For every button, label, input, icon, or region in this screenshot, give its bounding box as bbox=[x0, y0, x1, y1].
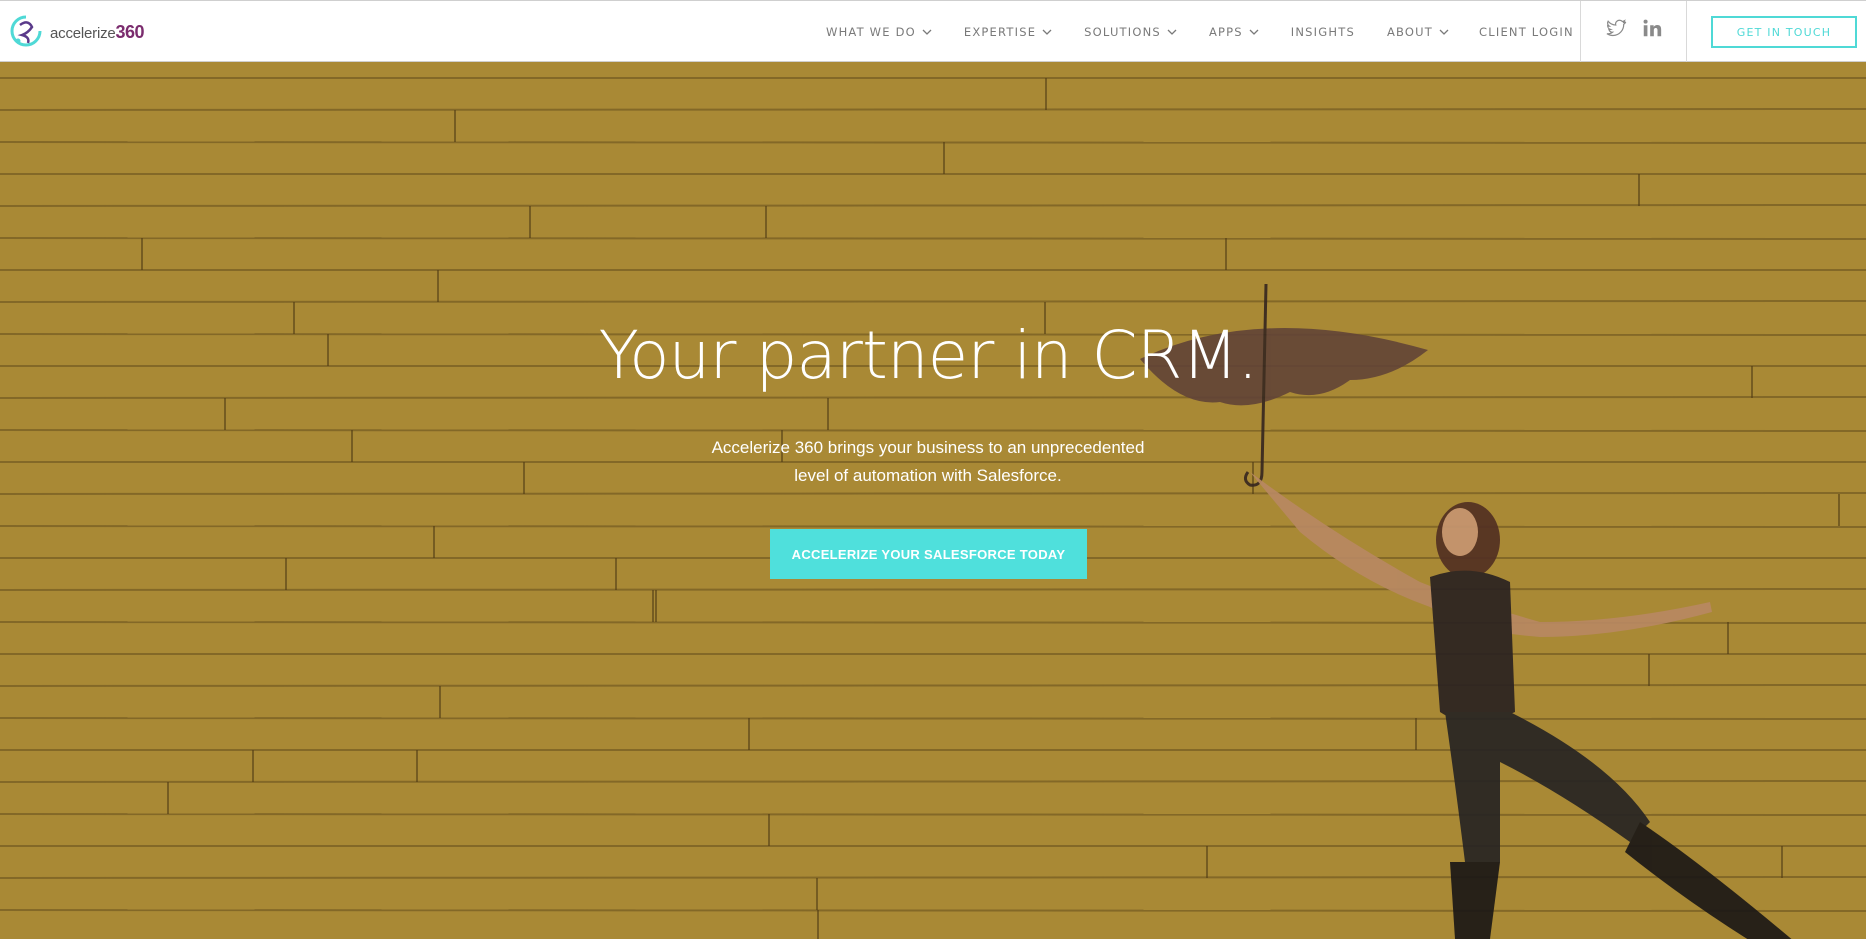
nav-label: INSIGHTS bbox=[1290, 25, 1355, 39]
get-in-touch-button[interactable]: GET IN TOUCH bbox=[1711, 16, 1857, 48]
twitter-icon[interactable] bbox=[1605, 17, 1627, 39]
nav-divider bbox=[1686, 1, 1687, 62]
chevron-down-icon bbox=[922, 29, 932, 35]
hero-title: Your partner in CRM. bbox=[598, 317, 1259, 394]
nav-item-apps[interactable]: APPS bbox=[1209, 25, 1259, 39]
nav-label: APPS bbox=[1208, 25, 1243, 39]
nav-divider bbox=[1580, 1, 1581, 62]
nav-item-solutions[interactable]: SOLUTIONS bbox=[1084, 25, 1177, 39]
hero-subtitle-line: Accelerize 360 brings your business to a… bbox=[711, 438, 1145, 457]
linkedin-icon[interactable] bbox=[1641, 17, 1663, 39]
hero-section: Your partner in CRM. Accelerize 360 brin… bbox=[0, 62, 1866, 939]
nav-label: WHAT WE DO bbox=[826, 25, 916, 39]
nav-label: ABOUT bbox=[1386, 25, 1434, 39]
site-header: accelerize 360 WHAT WE DO EXPERTISE SOLU… bbox=[0, 0, 1866, 62]
chevron-down-icon bbox=[1167, 29, 1177, 35]
nav-label: EXPERTISE bbox=[963, 25, 1037, 39]
nav-label: SOLUTIONS bbox=[1084, 25, 1161, 39]
nav-label: CLIENT LOGIN bbox=[1479, 25, 1574, 39]
logo-number: 360 bbox=[115, 21, 145, 42]
nav-item-expertise[interactable]: EXPERTISE bbox=[964, 25, 1052, 39]
chevron-down-icon bbox=[1439, 29, 1449, 35]
hero-subtitle: Accelerize 360 brings your business to a… bbox=[0, 434, 1856, 490]
logo-mark-icon bbox=[10, 15, 42, 47]
nav-item-what-we-do[interactable]: WHAT WE DO bbox=[826, 25, 932, 39]
nav-item-client-login[interactable]: CLIENT LOGIN bbox=[1479, 25, 1574, 39]
nav-item-about[interactable]: ABOUT bbox=[1387, 25, 1449, 39]
nav-item-insights[interactable]: INSIGHTS bbox=[1291, 25, 1355, 39]
main-nav: WHAT WE DO EXPERTISE SOLUTIONS APPS INSI… bbox=[826, 23, 1574, 41]
hero-subtitle-line: level of automation with Salesforce. bbox=[794, 466, 1062, 485]
chevron-down-icon bbox=[1042, 29, 1052, 35]
accelerize-salesforce-button[interactable]: ACCELERIZE YOUR SALESFORCE TODAY bbox=[770, 529, 1087, 579]
chevron-down-icon bbox=[1249, 29, 1259, 35]
logo-text: accelerize bbox=[50, 24, 116, 42]
site-logo[interactable]: accelerize 360 bbox=[6, 11, 145, 51]
hero-background-image bbox=[0, 62, 1866, 939]
